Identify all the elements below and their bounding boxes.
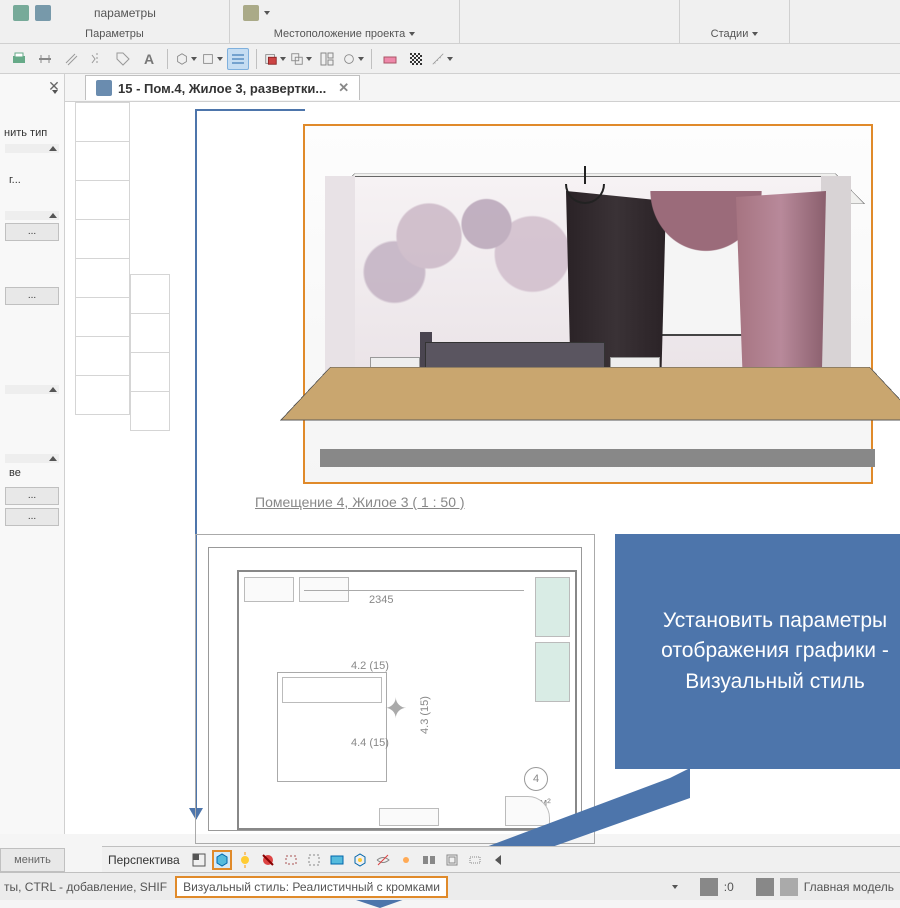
sun-path-icon[interactable] [235,850,255,870]
switch-windows-icon[interactable] [290,48,312,70]
dimension-label: 4.3 (15) [419,696,431,734]
status-bar: ты, CTRL - добавление, SHIF Визуальный с… [0,872,900,900]
panel-button[interactable]: ... [5,287,59,305]
plan-furniture [535,577,570,637]
ribbon-label-location: Местоположение проекта [230,25,460,43]
manage-icon[interactable] [342,48,364,70]
curtain-pink [736,191,826,391]
group-header[interactable] [5,385,59,394]
crop-icon[interactable] [304,850,324,870]
chevron-down-icon [264,11,270,15]
dimension-label: 2345 [369,594,393,606]
temporary-hide-icon[interactable] [373,850,393,870]
scale-value: :0 [724,880,734,894]
sheet-grid [130,274,170,434]
visual-style-button[interactable] [212,850,232,870]
dropdown-icon[interactable] [672,885,678,889]
ribbon-label-phases: Стадии [680,25,790,43]
group-header[interactable] [5,144,59,153]
dimension-label: 4.2 (15) [351,660,389,672]
offset-icon[interactable] [60,48,82,70]
location-icon[interactable] [243,5,259,21]
filter-icon[interactable] [756,878,774,896]
drawing-canvas[interactable]: 15 - Пом.4, Жилое 3, развертки... ✕ ✕ [65,74,900,834]
paste-icon[interactable] [35,5,51,21]
active-view-tab[interactable]: 15 - Пом.4, Жилое 3, развертки... ✕ [85,75,360,100]
ribbon-params-text: параметры [94,6,156,20]
model-label[interactable]: Главная модель [804,880,894,894]
constraints-icon[interactable] [465,850,485,870]
plan-bed [277,672,387,782]
measure-icon[interactable] [431,48,453,70]
panel-item[interactable]: ве [5,466,59,484]
model-dropdown-icon[interactable] [780,878,798,896]
apply-button[interactable]: менить [0,848,65,872]
print-icon[interactable] [8,48,30,70]
crop-visible-icon[interactable] [327,850,347,870]
sheet-grid [75,102,130,522]
section-icon[interactable] [201,48,223,70]
dimension-label: 4.4 (15) [351,737,389,749]
3d-icon[interactable] [175,48,197,70]
guide-line [195,109,305,111]
move-gizmo-icon[interactable]: ✦ [384,692,407,725]
close-left-icon[interactable]: ✕ [45,77,63,95]
wall-icon[interactable] [379,48,401,70]
align-icon[interactable] [34,48,56,70]
tile-icon[interactable] [316,48,338,70]
annotation-callout: Установить параметры отображения графики… [615,534,900,769]
panel-button[interactable]: ... [5,487,59,505]
projection-label: Перспектива [108,853,180,867]
view-tab-bar: 15 - Пом.4, Жилое 3, развертки... ✕ [65,74,900,102]
chevron-down-icon[interactable] [752,32,758,36]
copy-icon[interactable] [13,5,29,21]
main-area: нить тип г... ... ... ве ... ... 15 - По [0,74,900,834]
render-icon[interactable] [405,48,427,70]
scroll-left-icon[interactable] [488,850,508,870]
plan-furniture [535,642,570,702]
panel-button[interactable]: ... [5,508,59,526]
view-caption[interactable]: Помещение 4, Жилое 3 ( 1 : 50 ) [255,494,465,510]
analytical-icon[interactable] [442,850,462,870]
panel-item[interactable]: г... [5,173,59,191]
tab-title: 15 - Пом.4, Жилое 3, развертки... [118,81,326,96]
scale-icon[interactable] [189,850,209,870]
ribbon-label-params: Параметры [0,25,230,43]
group-header[interactable] [5,454,59,463]
chandelier [555,166,615,216]
text-icon[interactable]: A [138,48,160,70]
unlock-3d-icon[interactable] [350,850,370,870]
quick-access-toolbar: A [0,44,900,74]
properties-panel: нить тип г... ... ... ве ... ... [0,74,65,834]
sheet-icon [96,80,112,96]
reveal-icon[interactable] [396,850,416,870]
tag-icon[interactable] [112,48,134,70]
close-hidden-icon[interactable] [264,48,286,70]
visual-style-tooltip: Визуальный стиль: Реалистичный с кромкам… [175,876,448,898]
3d-view-frame[interactable] [303,124,873,484]
view-control-bar: Перспектива [102,846,900,872]
status-hint: ты, CTRL - добавление, SHIF [4,880,167,894]
ribbon: параметры Параметры Местоположение проек… [0,0,900,44]
thin-lines-icon[interactable] [227,48,249,70]
rendering-icon[interactable] [281,850,301,870]
chevron-down-icon[interactable] [409,32,415,36]
modify-type-label: нить тип [0,126,64,144]
room-3d [315,136,861,472]
mirror-icon[interactable] [86,48,108,70]
plan-furniture [244,577,294,602]
select-links-icon[interactable] [700,878,718,896]
group-header[interactable] [5,211,59,220]
panel-button[interactable]: ... [5,223,59,241]
worksharing-icon[interactable] [419,850,439,870]
shadows-icon[interactable] [258,850,278,870]
close-tab-icon[interactable]: ✕ [338,80,349,96]
